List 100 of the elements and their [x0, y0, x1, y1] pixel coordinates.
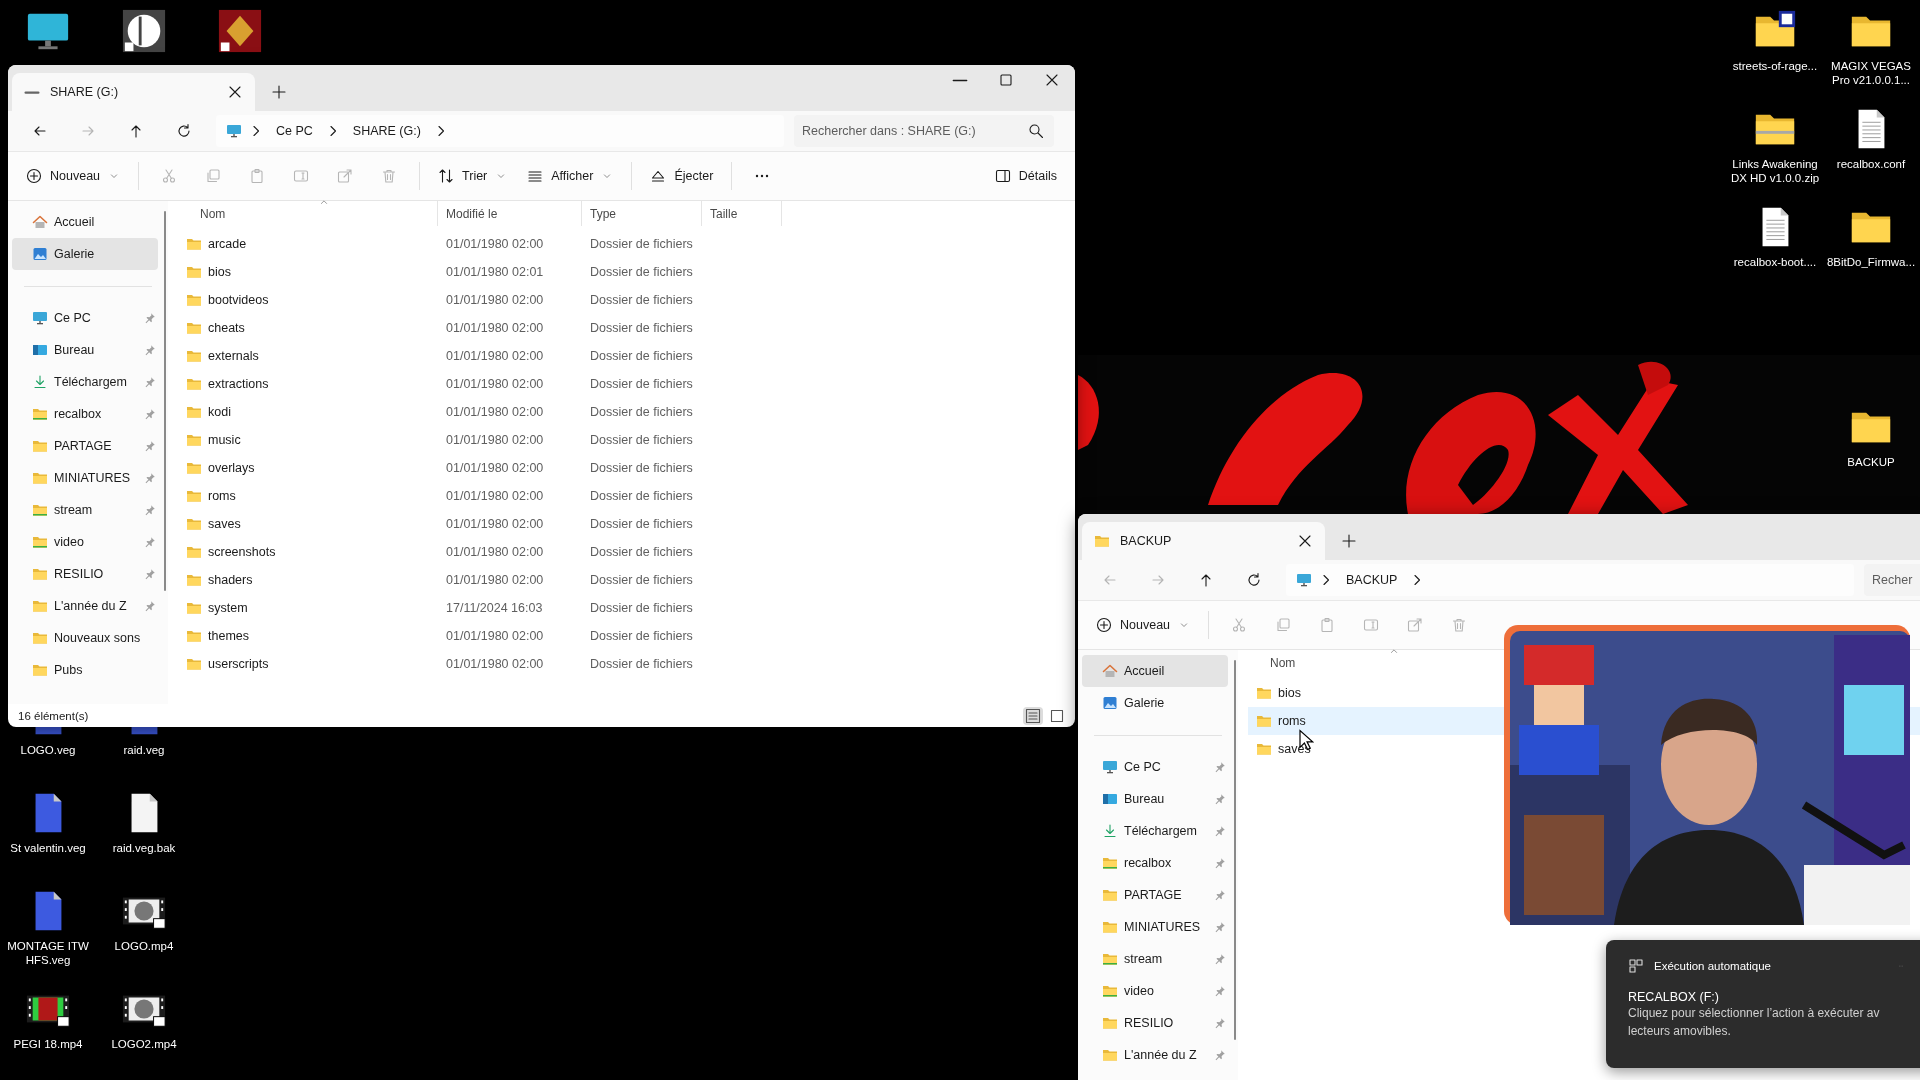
close-icon	[227, 84, 243, 100]
sidebar-item[interactable]: Pubs	[12, 654, 158, 686]
folder-icon	[32, 662, 48, 678]
file-name: BACKUP	[1846, 455, 1896, 469]
file-name[interactable]: userscripts	[208, 657, 269, 671]
file-name[interactable]: bootvideos	[208, 293, 269, 307]
file-name: raid.veg.bak	[111, 841, 177, 855]
folder-icon	[1094, 533, 1110, 549]
list-view-button[interactable]	[1023, 706, 1043, 725]
search-field[interactable]: Recher	[1864, 564, 1920, 596]
file-name: LOGO.mp4	[113, 939, 175, 953]
breadcrumb[interactable]: SHARE (G:)	[346, 122, 427, 140]
sidebar-item[interactable]: L'année du Z	[12, 590, 158, 622]
folder-icon	[186, 656, 202, 672]
folder-icon	[32, 470, 48, 486]
file-name[interactable]: roms	[208, 489, 236, 503]
sidebar-item[interactable]: recalbox	[1082, 847, 1228, 879]
autoplay-icon	[1628, 958, 1644, 974]
app-icon[interactable]	[217, 8, 263, 54]
notification-text: lecteurs amovibles.	[1628, 1023, 1732, 1040]
file-type: Dossier de fichiers	[590, 629, 693, 643]
file-name[interactable]: kodi	[208, 405, 231, 419]
view-button[interactable]: Afficher	[519, 159, 622, 193]
new-button[interactable]: Nouveau	[18, 159, 129, 193]
file-name[interactable]: roms	[1278, 714, 1306, 728]
download-icon	[1102, 823, 1118, 839]
file-name[interactable]: shaders	[208, 573, 253, 587]
sidebar-item[interactable]: Ce PC	[12, 302, 158, 334]
app-icon[interactable]	[121, 8, 167, 54]
sidebar-item[interactable]: Téléchargem	[1082, 815, 1228, 847]
sidebar-item[interactable]: Nouveaux sons	[12, 622, 158, 654]
monitor-icon	[1296, 572, 1312, 588]
sidebar-item[interactable]: Bureau	[12, 334, 158, 366]
notification-card[interactable]: Exécution automatique RECALBOX (F:) Cliquez pour sélectionner l’action à exécuter av lecteurs amovibles.	[1606, 940, 1920, 1068]
modified-date: 01/01/1980 02:00	[446, 517, 544, 531]
folder-icon	[32, 566, 48, 582]
address-bar[interactable]: Ce PC SHARE (G:)	[216, 115, 784, 147]
sidebar-item[interactable]: Accueil	[1082, 655, 1228, 687]
new-button[interactable]: Nouveau	[1088, 608, 1199, 642]
folder-icon	[32, 630, 48, 646]
folder-icon	[186, 320, 202, 336]
sort-button[interactable]: Trier	[430, 159, 516, 193]
sidebar-item[interactable]: Téléchargem	[12, 366, 158, 398]
modified-date: 01/01/1980 02:00	[446, 433, 544, 447]
file-name[interactable]: extractions	[208, 377, 269, 391]
breadcrumb[interactable]: BACKUP	[1340, 571, 1404, 589]
modified-date: 01/01/1980 02:00	[446, 489, 544, 503]
file-name[interactable]: arcade	[208, 237, 247, 251]
folder-icon	[32, 598, 48, 614]
sidebar-item[interactable]: RESILIO	[1082, 1007, 1228, 1039]
file-type: Dossier de fichiers	[590, 433, 693, 447]
sidebar-item[interactable]: L'année du Z	[1082, 1039, 1228, 1071]
folder-icon	[186, 292, 202, 308]
file-name[interactable]: system	[208, 601, 248, 615]
file-name: Links Awakening DX HD v1.0.0.zip	[1729, 157, 1821, 185]
file-name[interactable]: bios	[1278, 686, 1301, 700]
file-type: Dossier de fichiers	[590, 293, 693, 307]
file-name[interactable]: music	[208, 433, 241, 447]
desktop-icon	[1102, 791, 1118, 807]
details-button[interactable]: Détails	[986, 159, 1065, 193]
folder-icon	[186, 348, 202, 364]
breadcrumb[interactable]: Ce PC	[270, 122, 319, 140]
sidebar-item[interactable]: Galerie	[12, 238, 158, 270]
sidebar-item[interactable]: MINIATURES	[1082, 911, 1228, 943]
sidebar-item[interactable]: Accueil	[12, 206, 158, 238]
sidebar-item[interactable]: Ce PC	[1082, 751, 1228, 783]
sidebar-item[interactable]: RESILIO	[12, 558, 158, 590]
file-name[interactable]: externals	[208, 349, 259, 363]
download-icon	[32, 374, 48, 390]
sidebar-item[interactable]: PARTAGE	[12, 430, 158, 462]
file-name[interactable]: cheats	[208, 321, 245, 335]
search-field[interactable]: Rechercher dans : SHARE (G:)	[794, 115, 1054, 147]
file-name[interactable]: overlays	[208, 461, 255, 475]
file-name[interactable]: screenshots	[208, 545, 276, 559]
folder-icon	[186, 460, 202, 476]
sidebar-item[interactable]: stream	[12, 494, 158, 526]
tab[interactable]: BACKUP	[1082, 522, 1325, 560]
sidebar-item[interactable]: PARTAGE	[1082, 879, 1228, 911]
folder-icon	[1102, 887, 1118, 903]
tab[interactable]: SHARE (G:)	[12, 73, 255, 111]
file-type: Dossier de fichiers	[590, 321, 693, 335]
sidebar-item[interactable]: recalbox	[12, 398, 158, 430]
file-name[interactable]: bios	[208, 265, 231, 279]
sidebar-item[interactable]: video	[12, 526, 158, 558]
eject-button[interactable]: Éjecter	[642, 159, 722, 193]
sidebar-item[interactable]: Bureau	[1082, 783, 1228, 815]
file-name[interactable]: themes	[208, 629, 249, 643]
folder-icon	[1102, 919, 1118, 935]
sidebar-item[interactable]: Galerie	[1082, 687, 1228, 719]
sidebar-item[interactable]: video	[1082, 975, 1228, 1007]
address-bar[interactable]: BACKUP	[1286, 564, 1854, 596]
sidebar-item[interactable]: stream	[1082, 943, 1228, 975]
notification-source: Exécution automatique	[1654, 960, 1771, 972]
item-count: 16 élément(s)	[18, 709, 89, 722]
file-name[interactable]: saves	[208, 517, 241, 531]
file-name: PEGI 18.mp4	[12, 1037, 84, 1051]
modified-date: 17/11/2024 16:03	[446, 601, 543, 615]
sidebar-item[interactable]: MINIATURES	[12, 462, 158, 494]
file-name: LOGO.veg	[19, 743, 77, 757]
folder-icon	[32, 502, 48, 518]
